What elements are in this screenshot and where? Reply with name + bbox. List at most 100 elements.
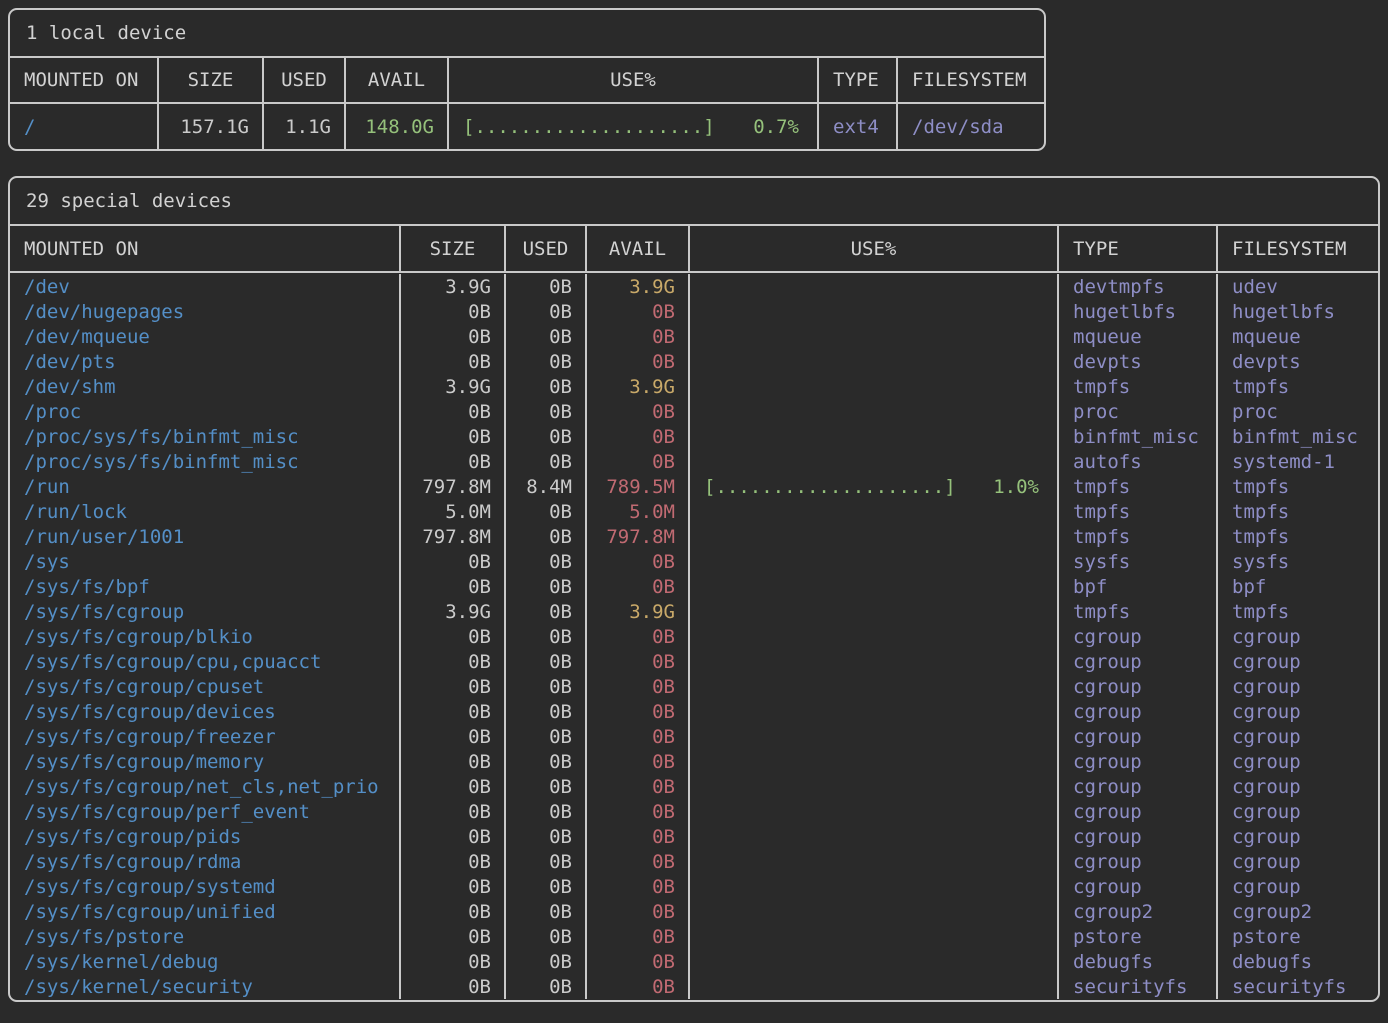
cell-avail: 0B bbox=[587, 574, 690, 599]
cell-type: tmpfs bbox=[1059, 599, 1218, 624]
usage-bar: [....................] bbox=[463, 116, 715, 138]
cell-size: 0B bbox=[401, 399, 506, 424]
cell-used: 0B bbox=[506, 374, 587, 399]
column-header-size: SIZE bbox=[159, 58, 264, 102]
cell-size: 0B bbox=[401, 949, 506, 974]
cell-mounted-on: /sys/fs/cgroup/freezer bbox=[10, 724, 401, 749]
cell-size: 0B bbox=[401, 624, 506, 649]
cell-used: 0B bbox=[506, 674, 587, 699]
cell-used: 0B bbox=[506, 974, 587, 999]
cell-usage bbox=[690, 449, 1059, 474]
table-row: /sys/fs/cgroup/cpuset0B0B0Bcgroupcgroup bbox=[10, 674, 1378, 699]
cell-avail: 0B bbox=[587, 924, 690, 949]
cell-size: 0B bbox=[401, 849, 506, 874]
cell-used: 0B bbox=[506, 749, 587, 774]
cell-mounted-on: /sys/fs/cgroup/cpu,cpuacct bbox=[10, 649, 401, 674]
cell-avail: 0B bbox=[587, 974, 690, 999]
cell-usage bbox=[690, 574, 1059, 599]
table-row: /proc/sys/fs/binfmt_misc0B0B0Bautofssyst… bbox=[10, 449, 1378, 474]
cell-filesystem: tmpfs bbox=[1218, 599, 1378, 624]
table-row: /sys/fs/cgroup/memory0B0B0Bcgroupcgroup bbox=[10, 749, 1378, 774]
cell-type: sysfs bbox=[1059, 549, 1218, 574]
cell-filesystem: tmpfs bbox=[1218, 374, 1378, 399]
cell-size: 0B bbox=[401, 874, 506, 899]
cell-usage bbox=[690, 774, 1059, 799]
table-row: /sys/fs/cgroup/blkio0B0B0Bcgroupcgroup bbox=[10, 624, 1378, 649]
column-header-mounted-on: MOUNTED ON bbox=[10, 58, 159, 102]
cell-used: 0B bbox=[506, 274, 587, 299]
cell-type: cgroup bbox=[1059, 799, 1218, 824]
cell-size: 0B bbox=[401, 449, 506, 474]
cell-usage bbox=[690, 899, 1059, 924]
cell-used: 0B bbox=[506, 599, 587, 624]
cell-filesystem: tmpfs bbox=[1218, 474, 1378, 499]
column-header-size: SIZE bbox=[401, 226, 506, 271]
cell-type: pstore bbox=[1059, 924, 1218, 949]
cell-type: cgroup bbox=[1059, 724, 1218, 749]
table-row: /sys/fs/cgroup3.9G0B3.9Gtmpfstmpfs bbox=[10, 599, 1378, 624]
table-row: /proc0B0B0Bprocproc bbox=[10, 399, 1378, 424]
cell-used: 0B bbox=[506, 574, 587, 599]
cell-mounted-on: /run bbox=[10, 474, 401, 499]
column-header-mounted-on: MOUNTED ON bbox=[10, 226, 401, 271]
cell-size: 0B bbox=[401, 974, 506, 999]
cell-usage bbox=[690, 524, 1059, 549]
cell-mounted-on: /sys/fs/cgroup/blkio bbox=[10, 624, 401, 649]
cell-mounted-on: /dev/pts bbox=[10, 349, 401, 374]
cell-mounted-on: /sys/fs/cgroup/unified bbox=[10, 899, 401, 924]
cell-usage bbox=[690, 599, 1059, 624]
cell-avail: 0B bbox=[587, 299, 690, 324]
column-header-filesystem: FILESYSTEM bbox=[1218, 226, 1378, 271]
special-devices-table: 29 special devices MOUNTED ONSIZEUSEDAVA… bbox=[8, 176, 1380, 1002]
cell-usage bbox=[690, 924, 1059, 949]
cell-used: 0B bbox=[506, 499, 587, 524]
table-row: /sys/fs/cgroup/net_cls,net_prio0B0B0Bcgr… bbox=[10, 774, 1378, 799]
cell-used: 0B bbox=[506, 549, 587, 574]
cell-size: 0B bbox=[401, 349, 506, 374]
cell-avail: 797.8M bbox=[587, 524, 690, 549]
cell-filesystem: cgroup bbox=[1218, 624, 1378, 649]
cell-mounted-on: /dev/mqueue bbox=[10, 324, 401, 349]
cell-filesystem: cgroup2 bbox=[1218, 899, 1378, 924]
table-row: /dev/mqueue0B0B0Bmqueuemqueue bbox=[10, 324, 1378, 349]
usage-percent: 1.0% bbox=[993, 476, 1039, 498]
table-row: /sys0B0B0Bsysfssysfs bbox=[10, 549, 1378, 574]
cell-size: 797.8M bbox=[401, 474, 506, 499]
cell-filesystem: binfmt_misc bbox=[1218, 424, 1378, 449]
cell-size: 0B bbox=[401, 749, 506, 774]
cell-filesystem: systemd-1 bbox=[1218, 449, 1378, 474]
cell-used: 0B bbox=[506, 524, 587, 549]
column-header-type: TYPE bbox=[1059, 226, 1218, 271]
cell-avail: 0B bbox=[587, 774, 690, 799]
cell-mounted-on: /dev/shm bbox=[10, 374, 401, 399]
table-row: /dev3.9G0B3.9Gdevtmpfsudev bbox=[10, 274, 1378, 299]
cell-used: 0B bbox=[506, 299, 587, 324]
column-header-type: TYPE bbox=[819, 58, 898, 102]
cell-type: cgroup bbox=[1059, 699, 1218, 724]
cell-filesystem: cgroup bbox=[1218, 674, 1378, 699]
cell-used: 0B bbox=[506, 774, 587, 799]
cell-used: 1.1G bbox=[264, 104, 346, 149]
cell-mounted-on: /sys/fs/pstore bbox=[10, 924, 401, 949]
cell-mounted-on: /sys/fs/cgroup/pids bbox=[10, 824, 401, 849]
cell-size: 0B bbox=[401, 724, 506, 749]
usage-bar: [....................] bbox=[704, 476, 956, 498]
table-row: /run797.8M8.4M789.5M[...................… bbox=[10, 474, 1378, 499]
cell-used: 0B bbox=[506, 924, 587, 949]
cell-used: 8.4M bbox=[506, 474, 587, 499]
cell-type: cgroup2 bbox=[1059, 899, 1218, 924]
cell-size: 0B bbox=[401, 799, 506, 824]
cell-usage bbox=[690, 349, 1059, 374]
terminal-screen: 1 local device MOUNTED ONSIZEUSEDAVAILUS… bbox=[8, 8, 1380, 1002]
cell-usage: [....................] 1.0% bbox=[690, 474, 1059, 499]
column-header-use-: USE% bbox=[449, 58, 819, 102]
cell-used: 0B bbox=[506, 949, 587, 974]
table-row: /sys/fs/cgroup/unified0B0B0Bcgroup2cgrou… bbox=[10, 899, 1378, 924]
cell-type: tmpfs bbox=[1059, 524, 1218, 549]
cell-size: 5.0M bbox=[401, 499, 506, 524]
cell-type: devtmpfs bbox=[1059, 274, 1218, 299]
cell-used: 0B bbox=[506, 874, 587, 899]
cell-filesystem: cgroup bbox=[1218, 824, 1378, 849]
cell-used: 0B bbox=[506, 824, 587, 849]
table-row: /sys/fs/cgroup/systemd0B0B0Bcgroupcgroup bbox=[10, 874, 1378, 899]
